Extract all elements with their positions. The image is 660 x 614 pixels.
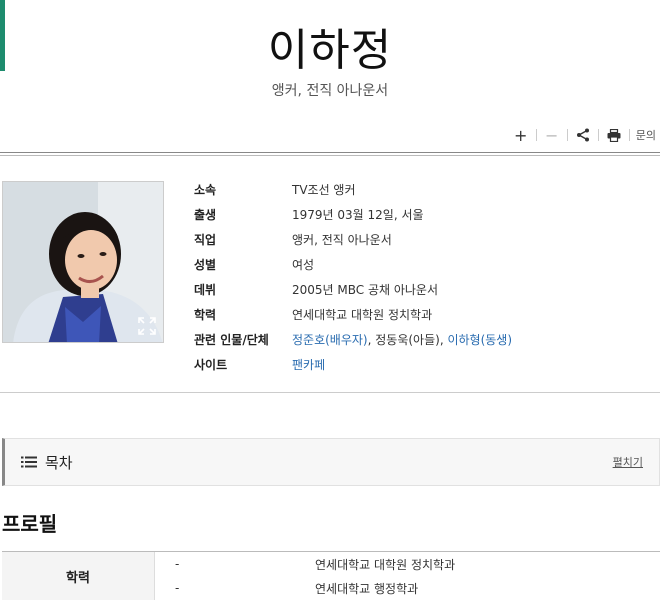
share-button[interactable] (568, 124, 598, 146)
table-cell-date: - (175, 557, 180, 571)
toolbar: + − 문의 (506, 124, 656, 146)
info-row: 성별 여성 (194, 252, 512, 277)
table-cell-desc: 연세대학교 행정학과 (315, 581, 419, 596)
table-row: 학력 - 연세대학교 대학원 정치학과 - 연세대학교 행정학과 (2, 552, 660, 600)
fan-cafe-link[interactable]: 팬카페 (292, 356, 325, 373)
info-label: 소속 (194, 183, 217, 197)
info-value: 앵커, 전직 아나운서 (292, 233, 392, 247)
info-divider (0, 392, 660, 393)
info-value: 2005년 MBC 공채 아나운서 (292, 283, 439, 297)
info-row: 직업 앵커, 전직 아나운서 (194, 227, 512, 252)
table-cell-date: - (175, 581, 180, 595)
info-value: 연세대학교 대학원 정치학과 (292, 308, 433, 322)
share-icon (576, 128, 589, 142)
info-label: 학력 (194, 308, 217, 322)
info-row-relations: 관련 인물/단체 정준호(배우자), 정동욱(아들), 이하형(동생) (194, 327, 512, 352)
toc-expand-button[interactable]: 펼치기 (613, 454, 643, 470)
info-row-site: 사이트 팬카페 (194, 352, 512, 377)
info-value: 정준호(배우자), 정동욱(아들), 이하형(동생) (292, 331, 512, 348)
info-label: 사이트 (194, 358, 228, 372)
table-row-header: 학력 (2, 552, 154, 600)
info-label: 출생 (194, 208, 217, 222)
page-title: 이하정 (267, 25, 393, 76)
print-icon (607, 128, 621, 142)
table-subrow: - 연세대학교 행정학과 (155, 576, 455, 600)
print-button[interactable] (599, 124, 629, 146)
profile-photo[interactable] (2, 181, 164, 343)
info-row: 소속 TV조선 앵커 (194, 177, 512, 202)
relation-link-spouse[interactable]: 정준호(배우자) (292, 333, 368, 347)
info-value: 1979년 03월 12일, 서울 (292, 208, 424, 222)
info-label: 관련 인물/단체 (194, 333, 269, 347)
header-divider (0, 152, 660, 156)
table-cell-desc: 연세대학교 대학원 정치학과 (315, 557, 456, 572)
info-label: 성별 (194, 258, 217, 272)
info-row: 출생 1979년 03월 12일, 서울 (194, 202, 512, 227)
info-value: 여성 (292, 258, 315, 272)
inquiry-link[interactable]: 문의 (630, 127, 656, 143)
profile-table: 학력 - 연세대학교 대학원 정치학과 - 연세대학교 행정학과 (2, 551, 660, 600)
expand-icon[interactable] (137, 316, 157, 336)
table-cell-group: - 연세대학교 대학원 정치학과 - 연세대학교 행정학과 (155, 552, 455, 600)
info-value: TV조선 앵커 (292, 183, 356, 197)
plus-icon: + (514, 125, 528, 145)
info-label: 데뷔 (194, 283, 217, 297)
minus-icon: − (545, 125, 559, 145)
remove-button[interactable]: − (537, 124, 567, 146)
list-icon (21, 456, 37, 468)
info-label: 직업 (194, 233, 217, 247)
info-row: 학력 연세대학교 대학원 정치학과 (194, 302, 512, 327)
page-subtitle: 앵커, 전직 아나운서 (271, 83, 389, 99)
relation-link-sibling[interactable]: 이하형(동생) (447, 333, 512, 347)
info-table: 소속 TV조선 앵커 출생 1979년 03월 12일, 서울 직업 앵커, 전… (194, 177, 512, 377)
relation-text-son: 정동욱(아들) (375, 333, 440, 347)
add-button[interactable]: + (506, 124, 536, 146)
info-row: 데뷔 2005년 MBC 공채 아나운서 (194, 277, 512, 302)
table-of-contents: 목차 펼치기 (2, 438, 660, 486)
section-title: 프로필 (2, 512, 58, 536)
toc-label: 목차 (45, 453, 73, 472)
table-subrow: - 연세대학교 대학원 정치학과 (155, 552, 455, 576)
